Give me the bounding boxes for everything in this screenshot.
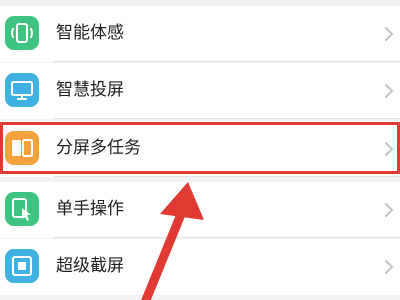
settings-list: 智能体感 智慧投屏 分屏多任务 单手操作 超级截屏 xyxy=(0,0,400,300)
settings-item-label: 分屏多任务 xyxy=(56,138,141,158)
chevron-right-icon xyxy=(382,201,396,219)
one-handed-icon xyxy=(5,192,39,226)
row-divider xyxy=(54,118,400,119)
settings-item-label: 超级截屏 xyxy=(56,256,124,276)
settings-item-screen-projection[interactable]: 智慧投屏 xyxy=(0,63,400,119)
chevron-right-icon xyxy=(382,25,396,43)
settings-item-label: 智能体感 xyxy=(56,23,124,43)
settings-item-label: 智慧投屏 xyxy=(56,80,124,100)
chevron-right-icon xyxy=(382,258,396,276)
chevron-right-icon xyxy=(382,82,396,100)
screen-projection-icon xyxy=(5,73,39,107)
settings-item-smart-motion[interactable]: 智能体感 xyxy=(0,6,400,62)
smart-motion-icon xyxy=(5,16,39,50)
settings-item-one-handed[interactable]: 单手操作 xyxy=(0,182,400,238)
settings-item-split-screen[interactable]: 分屏多任务 xyxy=(0,121,400,177)
chevron-right-icon xyxy=(382,140,396,158)
settings-item-super-screenshot[interactable]: 超级截屏 xyxy=(0,239,400,295)
split-screen-icon xyxy=(5,131,39,165)
settings-screen: 智能体感 智慧投屏 分屏多任务 单手操作 超级截屏 xyxy=(0,0,400,300)
row-divider xyxy=(54,176,400,177)
settings-item-label: 单手操作 xyxy=(56,199,124,219)
row-divider xyxy=(54,61,400,62)
row-divider xyxy=(54,237,400,238)
super-screenshot-icon xyxy=(5,249,39,283)
